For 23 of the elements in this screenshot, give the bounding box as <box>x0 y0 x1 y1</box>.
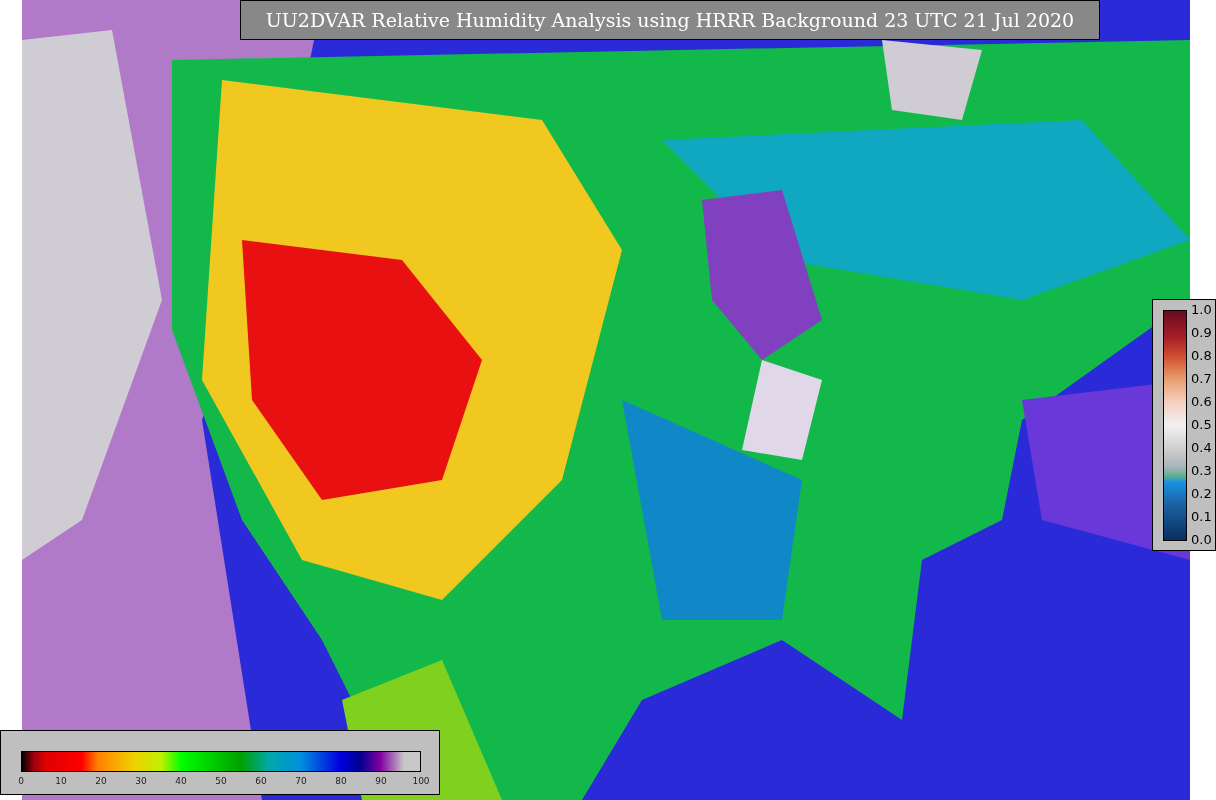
tick-label: 0 <box>17 775 25 788</box>
tick-label: 0.4 <box>1191 440 1212 455</box>
tick-label: 10 <box>54 775 68 788</box>
tick-label: 0.5 <box>1191 417 1212 432</box>
tick-label: 0.3 <box>1191 463 1212 478</box>
tick-label: 0.1 <box>1191 509 1212 524</box>
tick-label: 0.0 <box>1191 532 1212 547</box>
tick-label: 90 <box>374 775 388 788</box>
tick-label: 80 <box>334 775 348 788</box>
tick-label: 0.6 <box>1191 394 1212 409</box>
tick-label: 30 <box>134 775 148 788</box>
tick-label: 60 <box>254 775 268 788</box>
tick-label: 100 <box>411 775 431 788</box>
tick-label: 0.7 <box>1191 371 1212 386</box>
tick-label: 1.0 <box>1191 302 1212 317</box>
chart-title: UU2DVAR Relative Humidity Analysis using HRRR Background 23 UTC 21 Jul 2020 <box>240 0 1100 40</box>
tick-label: 0.9 <box>1191 325 1212 340</box>
tick-label: 0.2 <box>1191 486 1212 501</box>
tick-label: 40 <box>174 775 188 788</box>
tick-label: 0.8 <box>1191 348 1212 363</box>
tick-label: 50 <box>214 775 228 788</box>
tick-label: 20 <box>94 775 108 788</box>
tick-label: 70 <box>294 775 308 788</box>
